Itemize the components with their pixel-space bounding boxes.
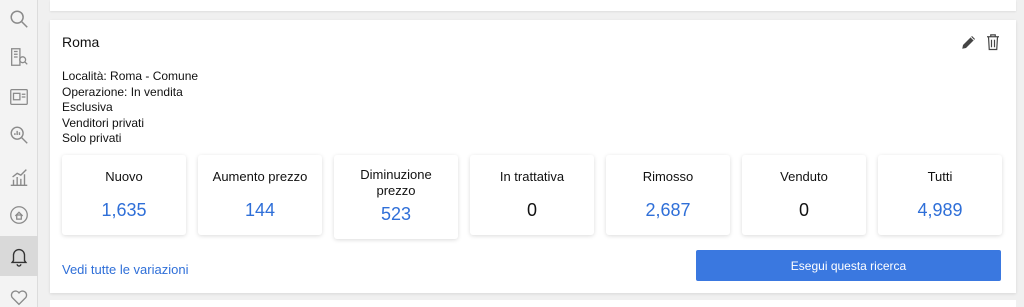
nav-alerts[interactable] <box>0 236 38 276</box>
delete-button[interactable] <box>984 32 1002 52</box>
card-actions <box>960 32 1002 52</box>
previous-card-edge <box>50 0 1016 11</box>
criteria-exclusive: Esclusiva <box>62 100 113 114</box>
nav-buildings[interactable] <box>0 38 38 76</box>
building-search-icon <box>11 48 28 66</box>
nav-statistics[interactable] <box>0 158 38 196</box>
search-criteria: Località: Roma - Comune Operazione: In v… <box>62 69 198 147</box>
stat-value: 523 <box>380 204 412 224</box>
stat-label: Aumento prezzo <box>212 169 308 184</box>
nav-analytics[interactable] <box>0 116 38 154</box>
stat-value: 4,989 <box>917 200 963 220</box>
nav-search[interactable] <box>0 0 38 38</box>
stat-price-increase[interactable]: Aumento prezzo 144 <box>198 155 322 235</box>
edit-button[interactable] <box>960 32 978 52</box>
stat-negotiation[interactable]: In trattativa 0 <box>470 155 594 235</box>
nav-favorites[interactable] <box>0 278 38 307</box>
stat-all[interactable]: Tutti 4,989 <box>878 155 1002 235</box>
stat-price-decrease[interactable]: Diminuzione prezzo 523 <box>334 155 458 239</box>
saved-search-card: Roma Località: Roma - Comune Operazione:… <box>50 20 1016 293</box>
criteria-private-only: Solo privati <box>62 131 122 145</box>
stat-value: 1,635 <box>101 200 147 220</box>
criteria-operation: Operazione: In vendita <box>62 84 183 99</box>
stat-label: Venduto <box>780 169 828 184</box>
nav-home-valuation[interactable] <box>0 196 38 234</box>
see-all-changes-link[interactable]: Vedi tutte le variazioni <box>62 262 188 277</box>
stat-label: Tutti <box>927 169 953 184</box>
stat-label: Diminuzione prezzo <box>360 167 432 198</box>
criteria-private-sellers: Venditori privati <box>62 115 145 130</box>
stat-value: 0 <box>798 200 809 220</box>
stat-value: 0 <box>526 200 537 220</box>
criteria-location: Località: Roma - Comune <box>62 69 199 83</box>
heart-icon <box>10 290 28 306</box>
home-radar-icon <box>10 206 28 224</box>
stat-sold[interactable]: Venduto 0 <box>742 155 866 235</box>
bar-chart-icon <box>10 169 28 186</box>
saved-search-title: Roma <box>62 34 100 50</box>
stat-removed[interactable]: Rimosso 2,687 <box>606 155 730 235</box>
stat-value: 2,687 <box>645 200 691 220</box>
nav-listings[interactable] <box>0 78 38 116</box>
stat-new[interactable]: Nuovo 1,635 <box>62 155 186 235</box>
stat-value: 144 <box>244 200 276 220</box>
analytics-search-icon <box>10 126 28 144</box>
trash-icon <box>987 34 999 51</box>
stat-label: Nuovo <box>105 169 143 184</box>
next-card-edge <box>50 300 1016 307</box>
sidebar <box>0 0 38 307</box>
stat-label: In trattativa <box>499 169 565 184</box>
stat-label: Rimosso <box>642 169 694 184</box>
bell-icon <box>10 248 28 267</box>
search-icon <box>10 10 28 28</box>
listing-card-icon <box>10 89 28 105</box>
pencil-icon <box>962 36 975 49</box>
run-search-button[interactable]: Esegui questa ricerca <box>696 250 1001 281</box>
